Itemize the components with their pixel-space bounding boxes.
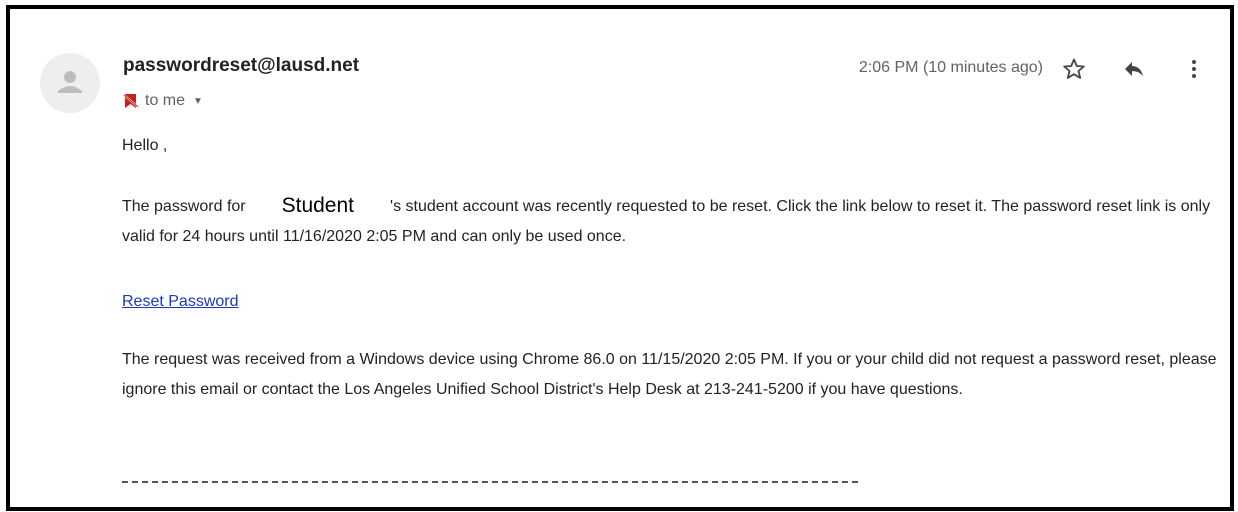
- label-icon: [123, 94, 139, 108]
- signature-divider: [122, 481, 858, 483]
- more-vert-icon: [1192, 60, 1196, 78]
- email-timestamp: 2:06 PM (10 minutes ago): [858, 59, 1043, 76]
- chevron-down-icon[interactable]: ▼: [193, 96, 203, 107]
- sender-avatar[interactable]: [40, 53, 100, 113]
- reply-icon: [1125, 62, 1143, 77]
- recipient-label: to me: [145, 92, 186, 109]
- more-options-button[interactable]: [1180, 55, 1208, 83]
- reply-button[interactable]: [1120, 55, 1148, 83]
- sender-email: passwordreset@lausd.net: [123, 55, 360, 76]
- student-name: Student: [281, 194, 355, 217]
- star-icon: [1063, 58, 1085, 79]
- email-greeting: Hello ,: [122, 137, 168, 154]
- recipient-row[interactable]: to me ▼: [123, 92, 203, 110]
- person-icon: [58, 71, 82, 93]
- email-paragraph-1: The password for Student's student accoun…: [122, 191, 1222, 252]
- paragraph1-before: The password for: [122, 198, 246, 215]
- reset-password-link[interactable]: Reset Password: [122, 287, 239, 317]
- email-frame: passwordreset@lausd.net to me ▼ 2:06 PM …: [6, 5, 1234, 511]
- star-button[interactable]: [1060, 55, 1088, 83]
- email-paragraph-2: The request was received from a Windows …: [122, 351, 1217, 398]
